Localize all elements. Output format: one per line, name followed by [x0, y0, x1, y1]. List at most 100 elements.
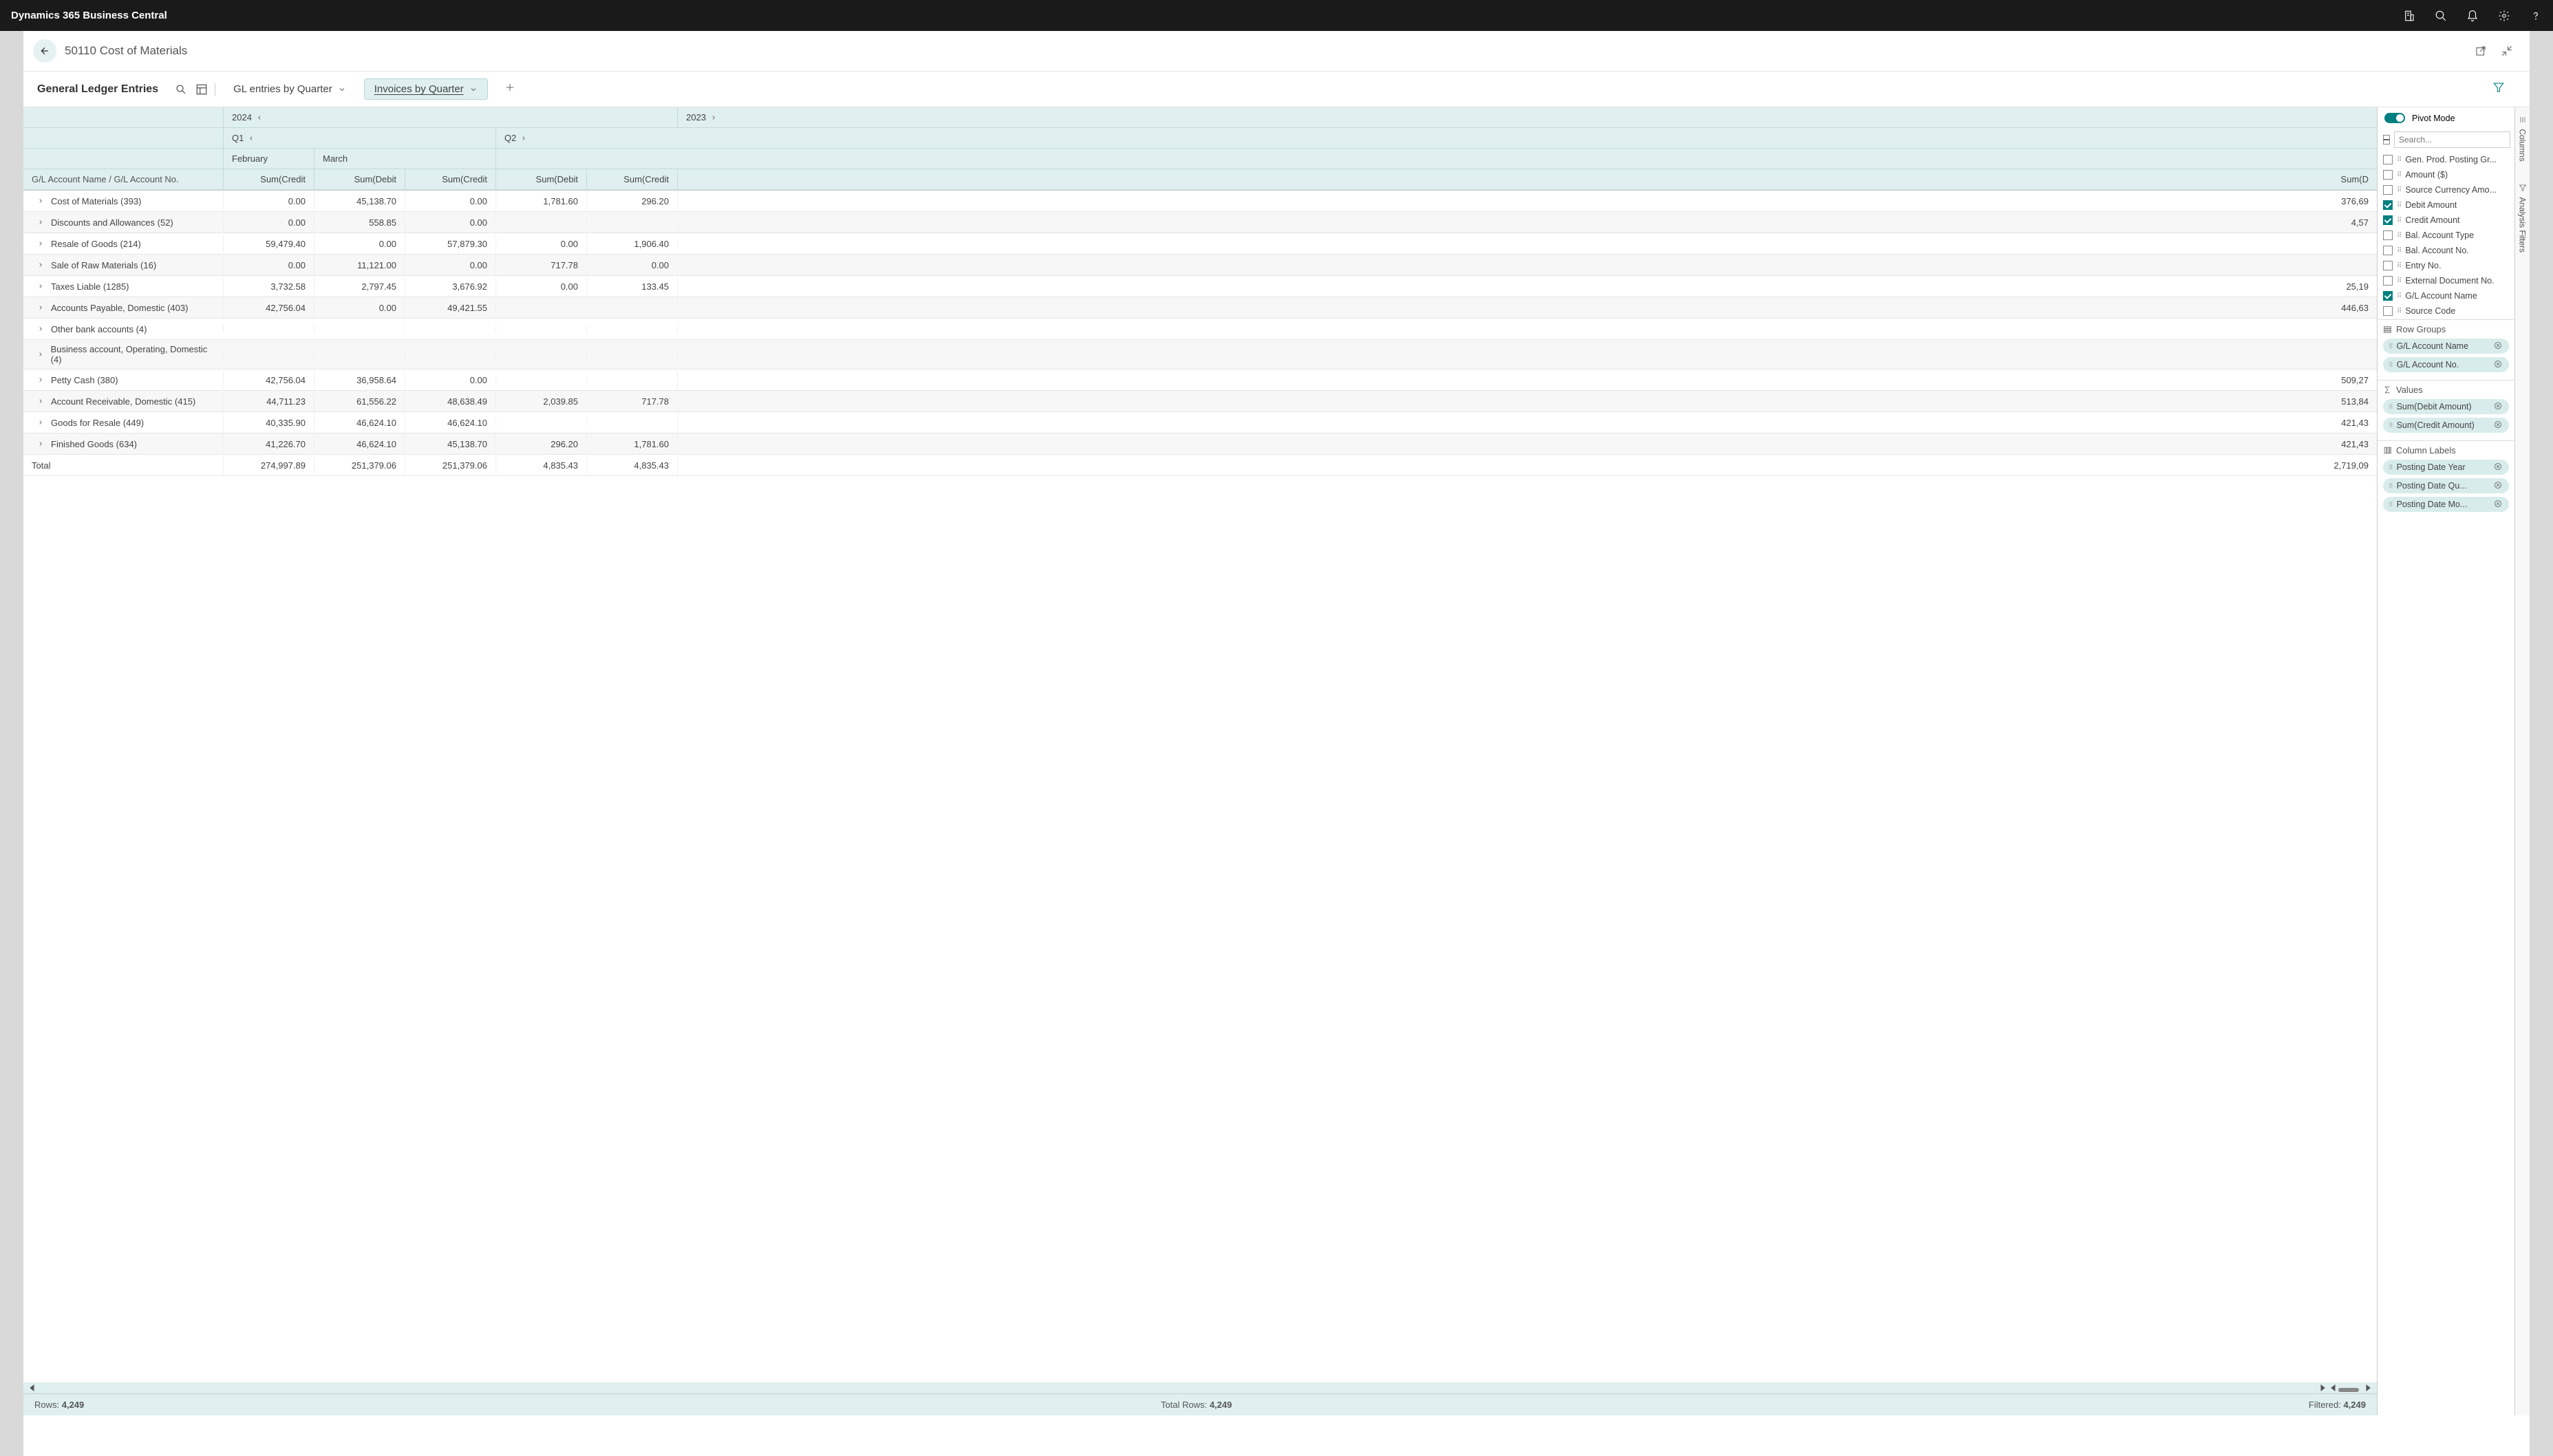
collapse-icon[interactable] [2501, 45, 2513, 57]
drag-handle-icon[interactable]: ⠿ [2397, 277, 2401, 285]
add-tab-button[interactable] [504, 82, 515, 96]
drag-handle-icon[interactable]: ⠿ [2397, 217, 2401, 224]
chevron-right-icon[interactable] [37, 261, 44, 268]
remove-button[interactable] [2494, 360, 2503, 370]
table-row[interactable]: Finished Goods (634)41,226.7046,624.1045… [23, 433, 2377, 455]
drag-handle-icon[interactable]: ⠿ [2389, 464, 2393, 471]
value-pill[interactable]: ⠿Sum(Credit Amount) [2383, 418, 2509, 433]
column-label-pill[interactable]: ⠿Posting Date Year [2383, 460, 2509, 475]
column-label-pill[interactable]: ⠿Posting Date Qu... [2383, 478, 2509, 493]
table-row[interactable]: Petty Cash (380)42,756.0436,958.640.0050… [23, 370, 2377, 391]
field-checkbox[interactable] [2383, 306, 2393, 316]
search-list-icon[interactable] [175, 83, 187, 96]
field-item[interactable]: ⠿Source Currency Amo... [2382, 182, 2510, 197]
drag-handle-icon[interactable]: ⠿ [2389, 482, 2393, 490]
row-group-pill[interactable]: ⠿G/L Account No. [2383, 357, 2509, 372]
horizontal-scrollbar[interactable] [23, 1382, 2377, 1393]
table-row[interactable]: Resale of Goods (214)59,479.400.0057,879… [23, 233, 2377, 255]
drag-handle-icon[interactable]: ⠿ [2397, 156, 2401, 164]
field-checkbox[interactable] [2383, 231, 2393, 240]
drag-handle-icon[interactable]: ⠿ [2397, 232, 2401, 239]
field-checkbox[interactable] [2383, 215, 2393, 225]
field-item[interactable]: ⠿External Document No. [2382, 273, 2510, 288]
field-checkbox[interactable] [2383, 261, 2393, 270]
drag-handle-icon[interactable]: ⠿ [2397, 202, 2401, 209]
drag-handle-icon[interactable]: ⠿ [2397, 247, 2401, 255]
drag-handle-icon[interactable]: ⠿ [2389, 361, 2393, 369]
row-group-pill[interactable]: ⠿G/L Account Name [2383, 339, 2509, 354]
search-icon[interactable] [2435, 10, 2447, 22]
field-checkbox[interactable] [2383, 170, 2393, 180]
field-item[interactable]: ⠿Gen. Prod. Posting Gr... [2382, 152, 2510, 167]
remove-button[interactable] [2494, 481, 2503, 491]
remove-button[interactable] [2494, 462, 2503, 472]
chevron-right-icon[interactable] [37, 197, 44, 204]
table-row[interactable]: Goods for Resale (449)40,335.9046,624.10… [23, 412, 2377, 433]
field-item[interactable]: ⠿Debit Amount [2382, 197, 2510, 213]
filter-button[interactable] [2492, 81, 2516, 97]
chevron-right-icon[interactable] [37, 219, 44, 226]
field-item[interactable]: ⠿G/L Account Name [2382, 288, 2510, 303]
bell-icon[interactable] [2466, 10, 2479, 22]
gear-icon[interactable] [2498, 10, 2510, 22]
help-icon[interactable] [2530, 10, 2542, 22]
table-row[interactable]: Other bank accounts (4) [23, 319, 2377, 340]
field-checkbox[interactable] [2383, 246, 2393, 255]
table-row[interactable]: Taxes Liable (1285)3,732.582,797.453,676… [23, 276, 2377, 297]
chevron-right-icon[interactable] [37, 419, 44, 426]
table-row[interactable]: Sale of Raw Materials (16)0.0011,121.000… [23, 255, 2377, 276]
drag-handle-icon[interactable]: ⠿ [2389, 501, 2393, 508]
share-icon[interactable] [2475, 45, 2487, 57]
remove-button[interactable] [2494, 402, 2503, 411]
drag-handle-icon[interactable]: ⠿ [2397, 308, 2401, 315]
field-checkbox[interactable] [2383, 291, 2393, 301]
value-pill[interactable]: ⠿Sum(Debit Amount) [2383, 399, 2509, 414]
remove-button[interactable] [2494, 500, 2503, 509]
drag-handle-icon[interactable]: ⠿ [2397, 262, 2401, 270]
drag-handle-icon[interactable]: ⠿ [2397, 186, 2401, 194]
table-row[interactable]: Account Receivable, Domestic (415)44,711… [23, 391, 2377, 412]
table-row[interactable]: Accounts Payable, Domestic (403)42,756.0… [23, 297, 2377, 319]
layout-icon[interactable] [195, 83, 208, 96]
field-item[interactable]: ⠿Amount ($) [2382, 167, 2510, 182]
back-button[interactable] [33, 39, 56, 63]
remove-button[interactable] [2494, 341, 2503, 351]
field-item[interactable]: ⠿Source Code [2382, 303, 2510, 319]
drag-handle-icon[interactable]: ⠿ [2389, 343, 2393, 350]
chevron-right-icon[interactable] [37, 283, 44, 290]
q2-header[interactable]: Q2 [495, 128, 2377, 148]
drag-handle-icon[interactable]: ⠿ [2397, 292, 2401, 300]
field-search-input[interactable] [2394, 131, 2510, 148]
field-item[interactable]: ⠿Bal. Account Type [2382, 228, 2510, 243]
year-2024-header[interactable]: 2024 [223, 107, 677, 127]
vert-tab-columns[interactable]: Columns [2517, 111, 2529, 166]
chevron-right-icon[interactable] [37, 325, 44, 332]
tab-invoices[interactable]: Invoices by Quarter [364, 78, 488, 100]
field-item[interactable]: ⠿Entry No. [2382, 258, 2510, 273]
chevron-right-icon[interactable] [37, 440, 44, 447]
chevron-right-icon[interactable] [37, 304, 44, 311]
chevron-right-icon[interactable] [37, 398, 44, 405]
chevron-right-icon[interactable] [37, 351, 44, 358]
table-row[interactable]: Cost of Materials (393)0.0045,138.700.00… [23, 191, 2377, 212]
remove-button[interactable] [2494, 420, 2503, 430]
drag-handle-icon[interactable]: ⠿ [2397, 171, 2401, 179]
tab-gl-entries[interactable]: GL entries by Quarter [224, 79, 356, 99]
field-checkbox[interactable] [2383, 276, 2393, 286]
field-checkbox[interactable] [2383, 155, 2393, 164]
field-checkbox[interactable] [2383, 200, 2393, 210]
year-2023-header[interactable]: 2023 [677, 107, 2377, 127]
field-item[interactable]: ⠿Bal. Account No. [2382, 243, 2510, 258]
building-icon[interactable] [2403, 10, 2415, 22]
chevron-right-icon[interactable] [37, 240, 44, 247]
chevron-right-icon[interactable] [37, 376, 44, 383]
column-label-pill[interactable]: ⠿Posting Date Mo... [2383, 497, 2509, 512]
vert-tab-filters[interactable]: Analysis Filters [2517, 180, 2529, 257]
table-row[interactable]: Business account, Operating, Domestic (4… [23, 340, 2377, 370]
field-item[interactable]: ⠿Credit Amount [2382, 213, 2510, 228]
field-checkbox[interactable] [2383, 185, 2393, 195]
collapse-all-button[interactable] [2383, 135, 2390, 144]
drag-handle-icon[interactable]: ⠿ [2389, 422, 2393, 429]
q1-header[interactable]: Q1 [223, 128, 495, 148]
table-row[interactable]: Discounts and Allowances (52)0.00558.850… [23, 212, 2377, 233]
